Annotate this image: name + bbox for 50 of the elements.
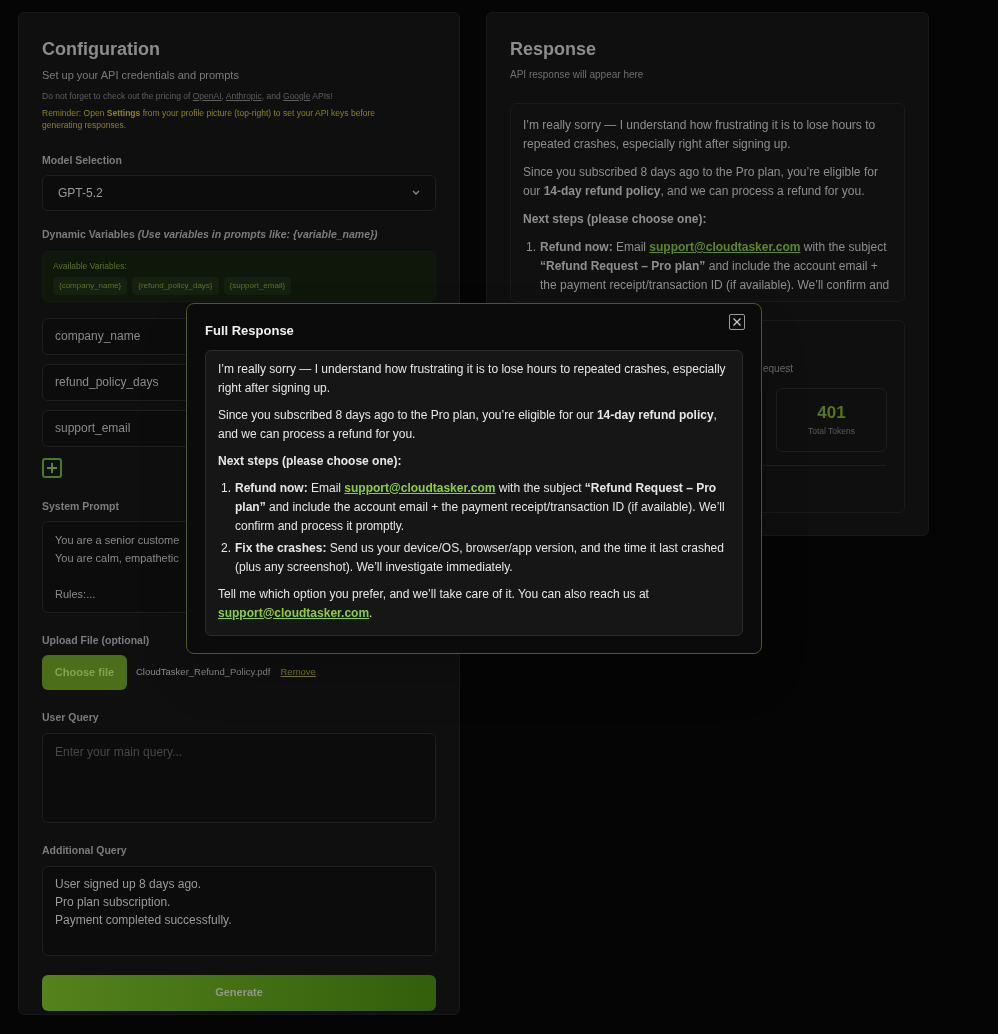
panel-title: Configuration [42, 38, 161, 61]
pricing-link[interactable]: Google [283, 90, 311, 101]
paragraph: Tell me which option you prefer, and we’ll take care of it. You can also reach us at support@cloudtasker.com. [218, 585, 650, 622]
field-label: Additional Query [42, 842, 127, 858]
list-number: 1. [526, 239, 536, 256]
model-select[interactable]: GPT-5.2 [42, 175, 436, 211]
list-item-text: Refund now: Email support@cloudtasker.com with the subject “Refund Request – Pro plan” and include the account email + the payment receipt/transaction ID (if available). We’ll confirm and [540, 239, 891, 294]
modal-title: Full Response [205, 322, 294, 340]
chevron-down-icon [412, 190, 420, 196]
section-heading: Next steps (please choose one): [523, 211, 708, 228]
paragraph: Since you subscribed 8 days ago to the Pro plan, you’re eligible for our 14-day refund policy, and we can process a refund for you. [523, 164, 879, 200]
field-label: System Prompt [42, 498, 120, 514]
field-label: Dynamic Variables (Use variables in prompts like: {variable_name}) [42, 227, 378, 242]
variable-tag: {refund_policy_days} [132, 276, 219, 295]
variable-tag: {company_name} [53, 276, 128, 295]
token-label: Total Tokens [807, 424, 856, 438]
close-button[interactable] [729, 314, 745, 330]
additional-query-field[interactable]: User signed up 8 days ago. Pro plan subscription. Payment completed successfully. [42, 865, 436, 956]
list-number: 2. [221, 539, 231, 557]
plus-icon [47, 462, 57, 473]
stats-caption: equest [763, 362, 795, 376]
list-item-text: Refund now: Email support@cloudtasker.com with the subject “Refund Request – Pro plan” and include the account email + the payment receipt/transaction ID (if available). We’ll confirm and process it promptly. [235, 479, 726, 535]
panel-subtitle: API response will appear here [510, 68, 645, 82]
list-item-text: Fix the crashes: Send us your device/OS, browser/app version, and the time it last crashed (plus any screenshot). We’ll investigate immediately. [235, 539, 725, 576]
field-label: Model Selection [42, 153, 122, 169]
variable-tag: {support_email} [223, 276, 292, 295]
field-label: User Query [42, 710, 99, 725]
section-heading: Next steps (please choose one): [218, 452, 403, 470]
pricing-note: Do not forget to check out the pricing of OpenAI, Anthropic, and Google APIs! [42, 89, 334, 103]
reminder-text: Reminder: Open Settings from your profile picture (top-right) to set your API keys before generating responses. [42, 107, 377, 132]
panel-subtitle: Set up your API credentials and prompts [42, 68, 240, 83]
remove-link[interactable]: Remove [280, 665, 316, 680]
generate-button[interactable]: Generate [42, 974, 436, 1011]
pricing-link[interactable]: Anthropic [225, 90, 262, 101]
pricing-link[interactable]: OpenAI [192, 90, 222, 101]
close-icon [733, 318, 741, 326]
list-number: 1. [221, 479, 231, 497]
panel-title: Response [510, 38, 598, 61]
file-name: CloudTasker_Refund_Policy.pdf [136, 665, 271, 680]
email-link[interactable]: support@cloudtasker.com [344, 480, 496, 495]
variables-heading: Available Variables: [53, 259, 128, 273]
token-count: 401 [817, 402, 846, 423]
email-link[interactable]: support@cloudtasker.com [649, 240, 801, 254]
paragraph: Since you subscribed 8 days ago to the Pro plan, you’re eligible for our 14-day refund policy, and we can process a refund for you. [218, 406, 718, 443]
add-button[interactable] [42, 457, 62, 478]
paragraph: I’m really sorry — I understand how frustrating it is to lose hours to repeated crashes, especially right after signing up. [523, 117, 877, 153]
user-query-field[interactable]: Enter your main query... [42, 732, 436, 823]
paragraph: I’m really sorry — I understand how frustrating it is to lose hours to repeated crashes, especially right after signing up. [218, 360, 727, 397]
choose-file-button[interactable]: Choose file [42, 655, 127, 690]
field-label: Upload File (optional) [42, 633, 150, 649]
